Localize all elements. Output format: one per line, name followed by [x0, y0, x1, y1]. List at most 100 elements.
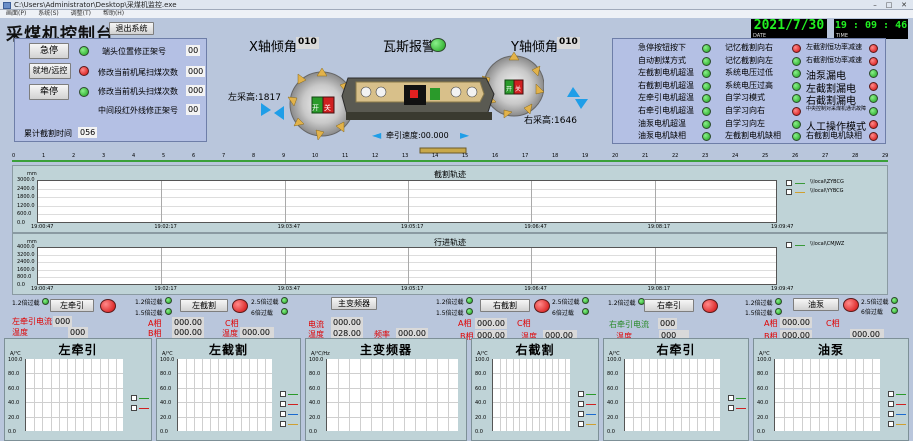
local-remote-button[interactable]: 就地/远控 — [29, 63, 71, 79]
mini-chart-plot[interactable] — [25, 359, 123, 431]
menu-item-screen[interactable]: 画面(P) — [6, 10, 26, 17]
travel-trend-plot[interactable] — [37, 247, 777, 285]
trend-gridline — [531, 248, 533, 284]
left-cut-button[interactable]: 左截割 — [180, 299, 228, 312]
mini-chart-title: 右牵引 — [656, 343, 696, 357]
overload-label: 6倍过载 — [552, 310, 574, 317]
mini-chart-legend-checkbox[interactable] — [888, 401, 894, 407]
mini-chart-legend-checkbox[interactable] — [578, 421, 584, 427]
status-label: 中央控制对采煤机通讯故障 — [806, 106, 867, 112]
menu-item-adjust[interactable]: 调整(T) — [71, 10, 91, 17]
status-label: 自动割煤方式 — [638, 55, 686, 65]
mini-chart-y-tick: 40.0 — [309, 400, 321, 407]
mini-chart-y-tick: 80.0 — [757, 371, 769, 378]
mini-chart-legend-checkbox[interactable] — [728, 395, 734, 401]
menu-item-help[interactable]: 帮助(H) — [103, 10, 124, 17]
left-drum-on-label: 开 — [312, 104, 319, 112]
mini-chart-legend-checkbox[interactable] — [728, 405, 734, 411]
right-height-value: 1646 — [554, 116, 577, 126]
overload-label: 1.5倍过载 — [745, 310, 773, 317]
mini-chart-gridline — [115, 359, 117, 431]
right-drum-arrows-icon[interactable] — [565, 85, 589, 113]
right-drum-off-label: 关 — [515, 86, 522, 93]
mini-chart-y-tick: 60.0 — [309, 385, 321, 392]
trend-x-tick: 19:08:17 — [647, 224, 671, 230]
mini-chart-left-traction: 左牵引 A/℃ 100.0 80.0 60.0 40.0 20.0 0.0 — [4, 338, 152, 441]
close-button[interactable]: ✕ — [897, 1, 911, 9]
left-traction-button[interactable]: 左牵引 — [50, 299, 94, 312]
trend-x-tick: 19:05:17 — [401, 286, 424, 292]
left-traction-temp-label: 温度 — [12, 328, 28, 337]
mini-chart-legend-checkbox[interactable] — [280, 391, 286, 397]
mini-chart-plot[interactable] — [492, 359, 570, 431]
traction-right-arrow-icon[interactable]: ► — [460, 128, 469, 142]
status-label: 左截割恒功率减速 — [806, 43, 862, 51]
mini-chart-legend-checkbox[interactable] — [131, 405, 137, 411]
mini-chart-gridline — [689, 359, 690, 431]
mini-chart-legend-checkbox[interactable] — [280, 411, 286, 417]
mini-chart-gridline — [415, 359, 416, 431]
menu-item-system[interactable]: 系统(S) — [38, 10, 59, 17]
mini-chart-legend-checkbox[interactable] — [280, 401, 286, 407]
overload-lamp — [281, 308, 288, 315]
mini-chart-gridline — [393, 359, 394, 431]
main-inverter-button[interactable]: 主变频器 — [331, 297, 377, 310]
mini-chart-legend-checkbox[interactable] — [280, 421, 286, 427]
mini-chart-legend-checkbox[interactable] — [578, 401, 584, 407]
right-cut-button[interactable]: 右截割 — [480, 299, 530, 312]
trend-y-tick: 1200.0 — [17, 202, 35, 209]
mini-chart-gridline — [657, 359, 658, 431]
mini-chart-legend-line — [139, 408, 149, 409]
emergency-stop-lamp — [79, 46, 89, 56]
mini-chart-legend-checkbox[interactable] — [131, 395, 137, 401]
infrared-label: 中间段红外线修正架号 — [98, 106, 178, 115]
traction-left-arrow-icon[interactable]: ◄ — [372, 128, 381, 142]
mini-chart-legend-checkbox[interactable] — [888, 391, 894, 397]
mini-chart-plot[interactable] — [326, 359, 458, 431]
ruler-tick-label: 18 — [552, 153, 559, 159]
mini-chart-y-tick: 100.0 — [607, 357, 622, 363]
mini-chart-plot[interactable] — [774, 359, 880, 431]
head-count-input[interactable]: 000 — [186, 85, 206, 96]
trend-x-tick: 19:02:17 — [154, 286, 177, 292]
mini-chart-legend-line — [288, 394, 298, 395]
maximize-button[interactable]: □ — [882, 1, 896, 9]
mini-chart-y-tick: 100.0 — [160, 357, 175, 363]
status-label: 左牵引电机超温 — [638, 93, 694, 103]
pump-phase-c-label: C相 — [826, 319, 840, 328]
emergency-stop-button[interactable]: 急停 — [29, 43, 69, 59]
status-label: 系统电压过高 — [725, 80, 773, 90]
mini-chart-legend-checkbox[interactable] — [578, 411, 584, 417]
mini-chart-legend-checkbox[interactable] — [888, 421, 894, 427]
mini-chart-y-tick: 40.0 — [607, 400, 619, 407]
mini-chart-gridline — [99, 359, 101, 431]
overload-label: 1.2倍过载 — [745, 300, 773, 307]
mini-chart-plot[interactable] — [624, 359, 720, 431]
ruler-tick-label: 12 — [372, 153, 379, 159]
right-traction-button[interactable]: 右牵引 — [644, 299, 694, 312]
cutting-trend-plot[interactable] — [37, 180, 777, 223]
mini-chart-legend-line — [288, 414, 298, 415]
cutting-trend-legend-checkbox[interactable] — [786, 180, 792, 186]
x-angle-value: 010 — [296, 37, 319, 49]
mini-chart-legend-line — [586, 424, 596, 425]
trend-y-tick: 3200.0 — [17, 251, 35, 258]
status-lamp — [792, 56, 801, 66]
mini-chart-plot[interactable] — [177, 359, 272, 431]
date-display: 2021/7/30 — [751, 19, 827, 33]
infrared-input[interactable]: 00 — [186, 104, 201, 115]
trend-gridline — [161, 248, 163, 284]
ruler-tick-label: 3 — [102, 153, 106, 159]
traction-stop-button[interactable]: 牵停 — [29, 84, 69, 100]
oil-pump-button[interactable]: 油泵 — [793, 298, 839, 311]
minimize-button[interactable]: – — [868, 1, 882, 9]
status-label: 左截割电机超温 — [638, 68, 694, 78]
exit-system-button[interactable]: 退出系统 — [109, 22, 154, 35]
tail-position-input[interactable]: 00 — [186, 45, 201, 56]
tail-count-input[interactable]: 000 — [186, 66, 206, 77]
cutting-trend-legend-checkbox[interactable] — [786, 189, 792, 195]
mini-chart-legend-checkbox[interactable] — [888, 411, 894, 417]
mini-chart-legend-checkbox[interactable] — [578, 391, 584, 397]
travel-trend-legend-checkbox[interactable] — [786, 242, 792, 248]
left-drum-arrows-icon[interactable] — [258, 100, 288, 124]
